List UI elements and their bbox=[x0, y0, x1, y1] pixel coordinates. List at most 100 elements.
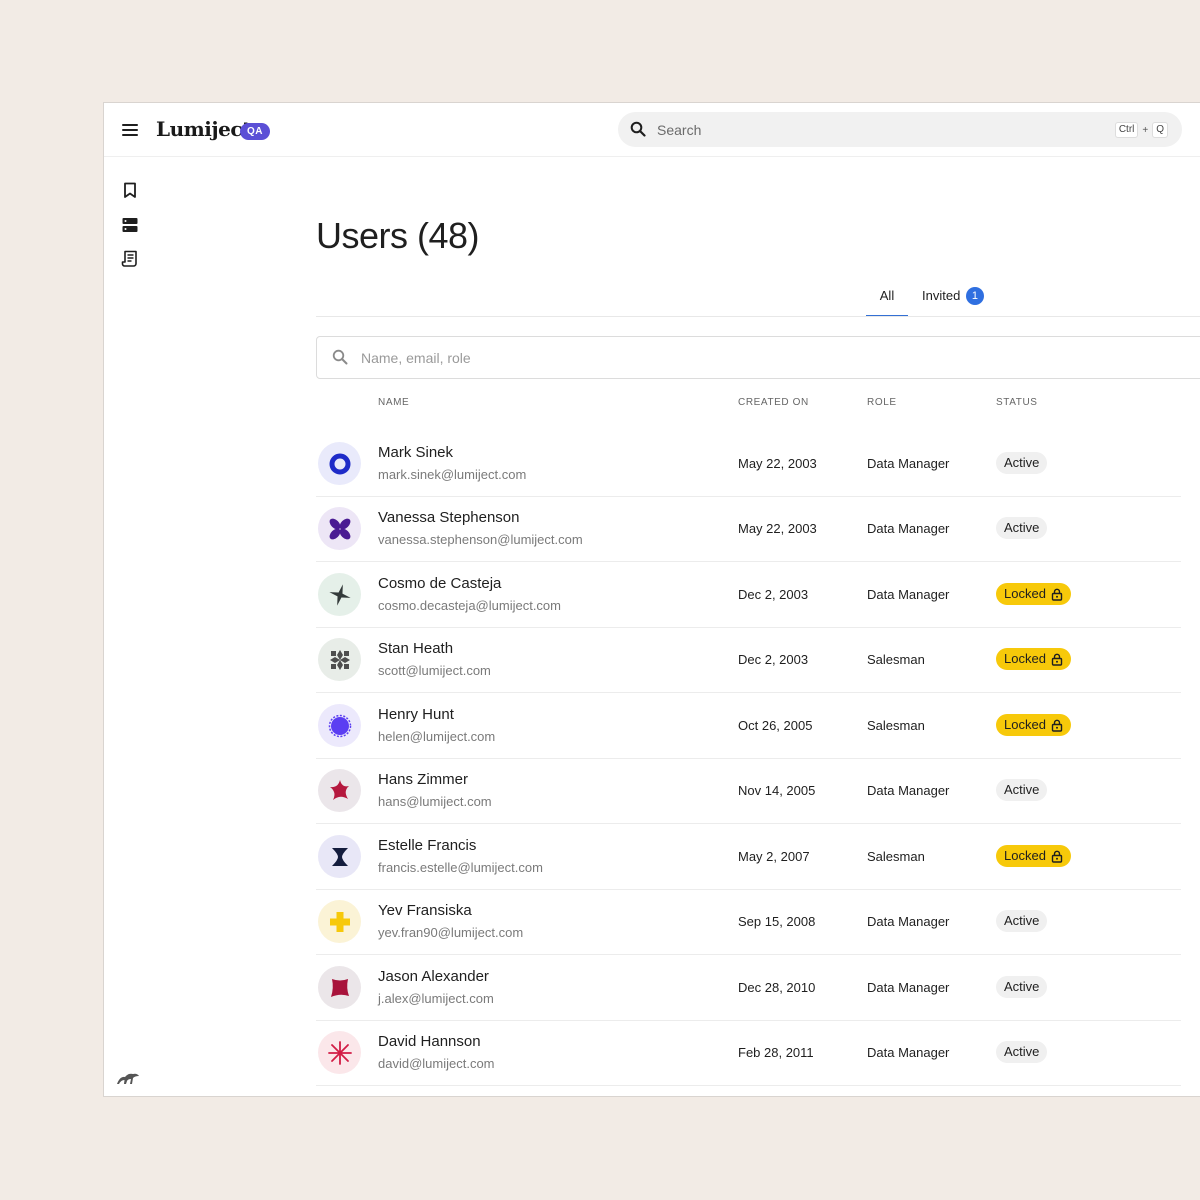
cross-icon bbox=[318, 900, 361, 943]
user-created-date: May 2, 2007 bbox=[738, 849, 810, 864]
sparkle-icon bbox=[318, 573, 361, 616]
app-window: Lumiject QA Search Ctrl + Q Users (48) A… bbox=[103, 102, 1200, 1097]
tab-invited[interactable]: Invited 1 bbox=[922, 285, 984, 317]
user-role: Data Manager bbox=[867, 587, 950, 602]
status-label: Active bbox=[1004, 1044, 1040, 1059]
table-row[interactable]: Estelle Francis francis.estelle@lumiject… bbox=[316, 825, 1181, 890]
user-role: Data Manager bbox=[867, 1045, 950, 1060]
badge-icon bbox=[318, 704, 361, 747]
user-name[interactable]: Yev Fransiska bbox=[378, 902, 472, 919]
tab-all[interactable]: All bbox=[866, 285, 908, 317]
user-role: Salesman bbox=[867, 718, 925, 733]
menu-icon[interactable] bbox=[120, 121, 140, 139]
status-label: Locked bbox=[1004, 651, 1046, 666]
environment-badge: QA bbox=[240, 123, 270, 140]
status-label: Locked bbox=[1004, 848, 1046, 863]
status-badge: Locked bbox=[996, 714, 1071, 736]
user-name[interactable]: Hans Zimmer bbox=[378, 771, 468, 788]
lock-icon bbox=[1051, 719, 1063, 732]
status-badge: Active bbox=[996, 452, 1048, 474]
shortcut-plus: + bbox=[1142, 124, 1149, 136]
column-header-name[interactable]: NAME bbox=[378, 397, 409, 408]
user-created-date: Dec 2, 2003 bbox=[738, 652, 809, 667]
page-title: Users (48) bbox=[316, 215, 480, 256]
blob-icon bbox=[318, 966, 361, 1009]
brand-footer-icon bbox=[117, 1073, 139, 1084]
user-created-date: Dec 28, 2010 bbox=[738, 980, 816, 995]
search-icon bbox=[630, 121, 646, 137]
table-row[interactable]: Jason Alexander j.alex@lumiject.com Dec … bbox=[316, 956, 1181, 1021]
user-created-date: Dec 2, 2003 bbox=[738, 587, 809, 602]
column-header-created[interactable]: CREATED ON bbox=[738, 397, 809, 408]
status-badge: Locked bbox=[996, 845, 1071, 867]
app-logo[interactable]: Lumiject bbox=[156, 117, 251, 141]
butterfly-icon bbox=[318, 507, 361, 550]
user-name[interactable]: Vanessa Stephenson bbox=[378, 509, 520, 526]
column-header-role[interactable]: ROLE bbox=[867, 397, 897, 408]
invited-count-badge: 1 bbox=[965, 287, 984, 305]
user-role: Data Manager bbox=[867, 783, 950, 798]
user-email: mark.sinek@lumiject.com bbox=[378, 467, 527, 482]
user-created-date: May 22, 2003 bbox=[738, 456, 817, 471]
user-name[interactable]: David Hannson bbox=[378, 1033, 481, 1050]
global-search-input[interactable]: Search Ctrl + Q bbox=[618, 112, 1182, 147]
user-name[interactable]: Cosmo de Casteja bbox=[378, 575, 501, 592]
user-role: Data Manager bbox=[867, 980, 950, 995]
bookmark-icon[interactable] bbox=[121, 181, 139, 199]
user-email: helen@lumiject.com bbox=[378, 729, 496, 744]
user-email: scott@lumiject.com bbox=[378, 663, 491, 678]
status-label: Active bbox=[1004, 913, 1040, 928]
user-role: Data Manager bbox=[867, 521, 950, 536]
user-name[interactable]: Estelle Francis bbox=[378, 837, 476, 854]
table-row[interactable]: Henry Hunt helen@lumiject.com Oct 26, 20… bbox=[316, 694, 1181, 759]
user-email: cosmo.decasteja@lumiject.com bbox=[378, 598, 561, 613]
top-bar: Lumiject QA Search Ctrl + Q bbox=[104, 103, 1200, 157]
user-name[interactable]: Stan Heath bbox=[378, 640, 453, 657]
table-row[interactable]: Vanessa Stephenson vanessa.stephenson@lu… bbox=[316, 497, 1181, 562]
search-placeholder: Search bbox=[657, 122, 702, 138]
user-email: david@lumiject.com bbox=[378, 1056, 495, 1071]
status-badge: Active bbox=[996, 1041, 1048, 1063]
user-name[interactable]: Mark Sinek bbox=[378, 444, 453, 461]
lock-icon bbox=[1051, 850, 1063, 863]
column-header-status[interactable]: STATUS bbox=[996, 397, 1038, 408]
filter-placeholder: Name, email, role bbox=[361, 350, 471, 366]
receipt-icon[interactable] bbox=[121, 250, 139, 268]
user-name[interactable]: Henry Hunt bbox=[378, 706, 454, 723]
user-name[interactable]: Jason Alexander bbox=[378, 968, 489, 985]
user-email: francis.estelle@lumiject.com bbox=[378, 860, 543, 875]
table-row[interactable]: Stan Heath scott@lumiject.com Dec 2, 200… bbox=[316, 628, 1181, 693]
server-icon[interactable] bbox=[121, 216, 139, 234]
hourglass-icon bbox=[318, 835, 361, 878]
shortcut-key-q: Q bbox=[1152, 122, 1168, 138]
star-icon bbox=[318, 769, 361, 812]
status-badge: Active bbox=[996, 517, 1048, 539]
status-badge: Active bbox=[996, 976, 1048, 998]
ring-icon bbox=[318, 442, 361, 485]
user-filter-input[interactable]: Name, email, role bbox=[316, 336, 1200, 379]
user-role: Data Manager bbox=[867, 914, 950, 929]
search-icon bbox=[332, 349, 348, 365]
tabs-divider bbox=[316, 316, 1200, 317]
status-label: Active bbox=[1004, 782, 1040, 797]
user-role: Salesman bbox=[867, 652, 925, 667]
user-created-date: Sep 15, 2008 bbox=[738, 914, 816, 929]
table-row[interactable]: Cosmo de Casteja cosmo.decasteja@lumijec… bbox=[316, 563, 1181, 628]
status-label: Locked bbox=[1004, 586, 1046, 601]
user-email: vanessa.stephenson@lumiject.com bbox=[378, 532, 583, 547]
status-badge: Active bbox=[996, 910, 1048, 932]
user-email: yev.fran90@lumiject.com bbox=[378, 925, 524, 940]
table-row[interactable]: Hans Zimmer hans@lumiject.com Nov 14, 20… bbox=[316, 759, 1181, 824]
lock-icon bbox=[1051, 653, 1063, 666]
user-created-date: Nov 14, 2005 bbox=[738, 783, 816, 798]
table-row[interactable]: Yev Fransiska yev.fran90@lumiject.com Se… bbox=[316, 890, 1181, 955]
user-created-date: May 22, 2003 bbox=[738, 521, 817, 536]
user-email: j.alex@lumiject.com bbox=[378, 991, 494, 1006]
user-created-date: Oct 26, 2005 bbox=[738, 718, 813, 733]
user-role: Data Manager bbox=[867, 456, 950, 471]
status-label: Active bbox=[1004, 455, 1040, 470]
table-row[interactable]: Mark Sinek mark.sinek@lumiject.com May 2… bbox=[316, 432, 1181, 497]
user-created-date: Feb 28, 2011 bbox=[738, 1045, 814, 1060]
table-row[interactable]: David Hannson david@lumiject.com Feb 28,… bbox=[316, 1021, 1181, 1086]
status-label: Active bbox=[1004, 520, 1040, 535]
